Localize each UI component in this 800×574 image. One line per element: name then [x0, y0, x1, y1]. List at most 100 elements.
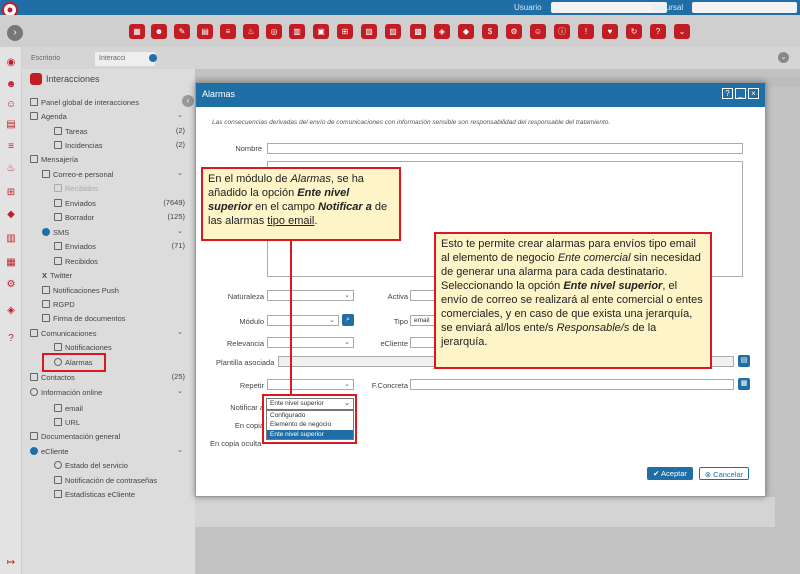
info-module-icon[interactable]: ⓘ	[554, 24, 570, 39]
repetir-select[interactable]: ⌄	[267, 379, 354, 390]
branch-field[interactable]	[692, 2, 797, 13]
template-icon[interactable]: ▤	[738, 355, 750, 367]
sidebar-item-notif-pass[interactable]: Notificación de contraseñas	[54, 475, 157, 486]
contacts-icon[interactable]: ☻	[5, 79, 17, 91]
sidebar-item-notificaciones[interactable]: Notificaciones	[54, 342, 112, 353]
chevron-down-icon[interactable]: ⌄	[674, 24, 690, 39]
search-icon[interactable]: ⌕	[342, 314, 354, 326]
tab-close-icon[interactable]	[149, 54, 157, 62]
callout-text: Alarmas	[290, 173, 331, 185]
help-icon[interactable]: ?	[722, 88, 733, 99]
cart-icon[interactable]: ⊞	[5, 187, 17, 199]
sidebar-item-estado[interactable]: Estado del servicio	[54, 460, 128, 471]
stats-module-icon[interactable]: ▧	[361, 24, 377, 39]
sidebar-item-url[interactable]: URL	[54, 417, 80, 428]
collapse-icon[interactable]: ⌄	[778, 52, 789, 63]
help-icon[interactable]: ?	[5, 333, 17, 345]
sidebar-item-label: Notificación de contraseñas	[65, 476, 158, 485]
naturaleza-select[interactable]: ⌄	[267, 290, 354, 301]
sidebar-item-tareas[interactable]: Tareas	[54, 126, 88, 137]
briefcase-module-icon[interactable]: ▣	[313, 24, 329, 39]
sidebar-item-push[interactable]: Notificaciones Push	[42, 285, 119, 296]
user-field[interactable]	[551, 2, 667, 13]
sidebar-item-contactos[interactable]: Contactos	[30, 372, 75, 383]
cancel-button[interactable]: ⊗ Cancelar	[699, 467, 749, 480]
tab-desktop[interactable]: Escritorio	[31, 52, 60, 66]
fire-module-icon[interactable]: ♨	[243, 24, 259, 39]
sidebar-item-comunicaciones[interactable]: Comunicaciones	[30, 328, 96, 339]
bar-chart-icon[interactable]: ▦	[5, 257, 17, 269]
tipo-label: Tipo	[393, 317, 408, 326]
dashboard-icon[interactable]: ◉	[5, 57, 17, 69]
sidebar-item-rgpd[interactable]: RGPD	[42, 299, 75, 310]
network-module-icon[interactable]: ◈	[434, 24, 450, 39]
chevron-down-icon[interactable]: ⌄	[177, 169, 183, 177]
tag-icon[interactable]: ◆	[5, 209, 17, 221]
gear-icon[interactable]: ⚙	[5, 279, 17, 291]
heart-module-icon[interactable]: ♥	[602, 24, 618, 39]
sidebar-item-sms-enviados[interactable]: Enviados	[54, 241, 96, 252]
sidebar-item-sms-recibidos[interactable]: Recibidos	[54, 256, 98, 267]
accept-button[interactable]: ✔ Aceptar	[647, 467, 693, 480]
modulo-select[interactable]: ⌄	[267, 315, 339, 326]
tags-module-icon[interactable]: ◆	[458, 24, 474, 39]
contacts-module-icon[interactable]: ☻	[151, 24, 167, 39]
cart-module-icon[interactable]: ⊞	[337, 24, 353, 39]
target-module-icon[interactable]: ◎	[266, 24, 282, 39]
sidebar-item-label: Tareas	[65, 127, 88, 136]
sidebar-item-global-panel[interactable]: Panel global de interacciones	[30, 97, 139, 108]
list-module-icon[interactable]: ≡	[220, 24, 236, 39]
nombre-input[interactable]	[267, 143, 743, 154]
sidebar-item-firma[interactable]: Firma de documentos	[42, 313, 126, 324]
sidebar-item-documentacion[interactable]: Documentación general	[30, 431, 120, 442]
document-icon[interactable]: ▤	[5, 119, 17, 131]
building-module-icon[interactable]: ▩	[410, 24, 426, 39]
calendar-icon[interactable]: ▦	[738, 378, 750, 390]
sidebar-item-enviados[interactable]: Enviados	[54, 198, 96, 209]
sidebar-item-correo[interactable]: Correo-e personal	[42, 169, 113, 180]
sidebar-item-agenda[interactable]: Agenda	[30, 111, 67, 122]
chart-module-icon[interactable]: ▥	[289, 24, 305, 39]
tab-interactions[interactable]: Interacci	[95, 52, 155, 66]
sidebar-item-borrador[interactable]: Borrador	[54, 212, 94, 223]
sidebar-item-incidencias[interactable]: Incidencias	[54, 140, 103, 151]
fconcreta-field[interactable]	[410, 379, 734, 390]
list-icon[interactable]: ≡	[5, 141, 17, 153]
close-icon[interactable]: ×	[748, 88, 759, 99]
folder-module-icon[interactable]: ▨	[385, 24, 401, 39]
chevron-down-icon[interactable]: ⌄	[177, 328, 183, 336]
chevron-down-icon[interactable]: ⌄	[177, 446, 183, 454]
sidebar-item-sms[interactable]: SMS	[42, 227, 69, 238]
document-module-icon[interactable]: ▤	[197, 24, 213, 39]
collapse-sidebar-icon[interactable]: ‹	[182, 95, 194, 107]
minimize-icon[interactable]: _	[735, 88, 746, 99]
sidebar-item-recibidos[interactable]: Recibidos	[54, 183, 98, 194]
sidebar-item-ecliente[interactable]: eCliente	[30, 446, 69, 457]
money-module-icon[interactable]: $	[482, 24, 498, 39]
help-module-icon[interactable]: ?	[650, 24, 666, 39]
chevron-down-icon[interactable]: ⌄	[177, 227, 183, 235]
alert-module-icon[interactable]: !	[578, 24, 594, 39]
cycle-module-icon[interactable]: ↻	[626, 24, 642, 39]
sidebar-item-info-online[interactable]: Información online	[30, 387, 102, 398]
stats-icon[interactable]: ▥	[5, 233, 17, 245]
chevron-down-icon[interactable]: ⌄	[177, 387, 183, 395]
user-config-module-icon[interactable]: ☺	[530, 24, 546, 39]
logout-icon[interactable]: ↦	[5, 557, 17, 569]
sidebar-item-mensajeria[interactable]: Mensajería	[30, 154, 78, 165]
chevron-down-icon[interactable]: ⌄	[177, 111, 183, 119]
fire-icon[interactable]: ♨	[5, 163, 17, 175]
user-edit-module-icon[interactable]: ✎	[174, 24, 190, 39]
user-icon[interactable]: ☺	[5, 99, 17, 111]
sidebar-item-estadisticas[interactable]: Estadísticas eCliente	[54, 489, 135, 500]
naturaleza-label: Naturaleza	[227, 292, 264, 301]
network-icon[interactable]: ◈	[5, 305, 17, 317]
grid-module-icon[interactable]: ▦	[129, 24, 145, 39]
relevancia-select[interactable]: ⌄	[267, 337, 354, 348]
communications-icon	[30, 329, 38, 337]
expand-arrow-icon[interactable]: ›	[7, 25, 23, 41]
sidebar-item-email[interactable]: email	[54, 403, 83, 414]
sidebar-item-twitter[interactable]: X Twitter	[42, 270, 72, 281]
gear-module-icon[interactable]: ⚙	[506, 24, 522, 39]
signature-icon	[42, 314, 50, 322]
